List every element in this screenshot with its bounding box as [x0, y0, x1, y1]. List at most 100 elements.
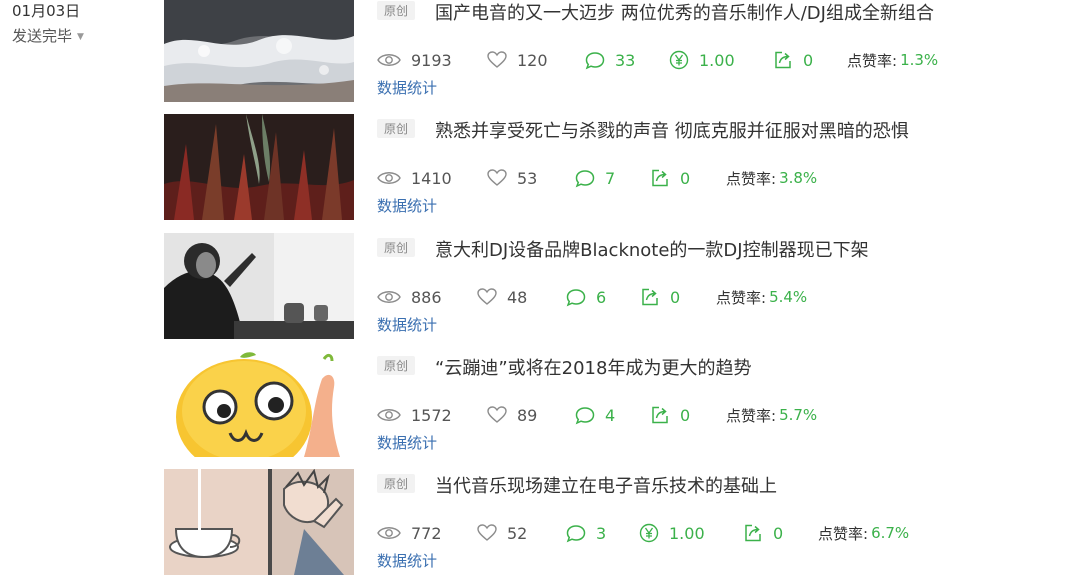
likes-count: 48	[507, 287, 528, 307]
views-stat: 9193	[377, 48, 452, 72]
reward-stat[interactable]: 1.00	[669, 48, 735, 72]
article-thumbnail-waves[interactable]	[164, 0, 354, 102]
likes-count: 53	[517, 168, 538, 188]
shares-count: 0	[670, 287, 681, 307]
like-rate-value: 1.3%	[900, 51, 939, 69]
comment-bubble-icon	[566, 288, 586, 306]
eye-icon	[377, 409, 401, 421]
article-title[interactable]: 当代音乐现场建立在电子音乐技术的基础上	[435, 472, 777, 498]
comment-bubble-icon	[585, 51, 605, 69]
article-item: 原创 意大利DJ设备品牌Blacknote的一款DJ控制器现已下架 886 48…	[164, 233, 1064, 340]
share-icon	[652, 169, 668, 187]
article-title[interactable]: 熟悉并享受死亡与杀戮的声音 彻底克服并征服对黑暗的恐惧	[435, 117, 909, 143]
likes-count: 52	[507, 523, 528, 543]
like-rate-value: 5.4%	[769, 288, 808, 306]
send-status-dropdown[interactable]: 发送完毕 ▼	[12, 25, 84, 46]
data-stats-link[interactable]: 数据统计	[377, 314, 437, 335]
heart-icon	[477, 524, 497, 541]
views-stat: 886	[377, 285, 442, 309]
original-badge: 原创	[377, 474, 416, 493]
comment-bubble-icon	[566, 524, 586, 542]
comment-bubble-icon	[575, 169, 595, 187]
reward-stat[interactable]: 1.00	[639, 521, 705, 545]
like-rate-label: 点赞率:	[716, 288, 767, 307]
data-stats-link[interactable]: 数据统计	[377, 432, 437, 453]
heart-icon	[487, 406, 507, 423]
likes-stat: 89	[487, 403, 537, 427]
like-rate-value: 6.7%	[871, 524, 910, 542]
article-title[interactable]: “云蹦迪”或将在2018年成为更大的趋势	[435, 354, 751, 380]
comments-count: 33	[615, 50, 636, 70]
heart-icon	[477, 288, 497, 305]
article-thumbnail-emoji[interactable]	[164, 351, 354, 457]
article-thumbnail-dj[interactable]	[164, 233, 354, 339]
shares-stat[interactable]: 0	[640, 285, 680, 309]
views-count: 772	[411, 523, 442, 543]
likes-stat: 52	[477, 521, 527, 545]
like-rate: 点赞率: 3.8%	[726, 166, 817, 190]
yen-reward-icon	[669, 50, 689, 70]
views-count: 886	[411, 287, 442, 307]
article-title[interactable]: 国产电音的又一大迈步 两位优秀的音乐制作人/DJ组成全新组合	[435, 0, 934, 25]
comments-stat[interactable]: 33	[585, 48, 635, 72]
original-badge: 原创	[377, 1, 416, 20]
reward-amount: 1.00	[699, 50, 735, 70]
shares-stat[interactable]: 0	[773, 48, 813, 72]
share-icon	[652, 406, 668, 424]
views-count: 9193	[411, 50, 452, 70]
comments-stat[interactable]: 3	[566, 521, 606, 545]
data-stats-link[interactable]: 数据统计	[377, 550, 437, 571]
original-badge: 原创	[377, 356, 416, 375]
comment-bubble-icon	[575, 406, 595, 424]
article-thumbnail-spikes[interactable]	[164, 114, 354, 220]
like-rate: 点赞率: 5.4%	[716, 285, 807, 309]
shares-count: 0	[680, 168, 691, 188]
date-label: 01月03日	[12, 2, 81, 20]
eye-icon	[377, 527, 401, 539]
article-title[interactable]: 意大利DJ设备品牌Blacknote的一款DJ控制器现已下架	[435, 236, 869, 262]
likes-stat: 53	[487, 166, 537, 190]
heart-icon	[487, 51, 507, 68]
views-stat: 1410	[377, 166, 452, 190]
like-rate: 点赞率: 5.7%	[726, 403, 817, 427]
share-icon	[642, 288, 658, 306]
comments-stat[interactable]: 6	[566, 285, 606, 309]
article-item: 原创 当代音乐现场建立在电子音乐技术的基础上 772 52 3 1.00 0 点…	[164, 469, 1064, 576]
article-item: 原创 熟悉并享受死亡与杀戮的声音 彻底克服并征服对黑暗的恐惧 1410 53 7…	[164, 114, 1064, 221]
comments-stat[interactable]: 7	[575, 166, 615, 190]
likes-count: 120	[517, 50, 548, 70]
share-icon	[745, 524, 761, 542]
like-rate-value: 5.7%	[779, 406, 818, 424]
eye-icon	[377, 54, 401, 66]
like-rate-value: 3.8%	[779, 169, 818, 187]
article-item: 原创 “云蹦迪”或将在2018年成为更大的趋势 1572 89 4 0 点赞率:…	[164, 351, 1064, 458]
yen-reward-icon	[639, 523, 659, 543]
original-badge: 原创	[377, 119, 416, 138]
like-rate-label: 点赞率:	[818, 524, 869, 543]
shares-count: 0	[680, 405, 691, 425]
reward-amount: 1.00	[669, 523, 705, 543]
comments-count: 4	[605, 405, 616, 425]
like-rate-label: 点赞率:	[847, 51, 898, 70]
views-count: 1572	[411, 405, 452, 425]
data-stats-link[interactable]: 数据统计	[377, 77, 437, 98]
data-stats-link[interactable]: 数据统计	[377, 195, 437, 216]
comments-count: 6	[596, 287, 607, 307]
comments-count: 3	[596, 523, 607, 543]
shares-stat[interactable]: 0	[743, 521, 783, 545]
eye-icon	[377, 172, 401, 184]
likes-stat: 120	[487, 48, 548, 72]
like-rate-label: 点赞率:	[726, 169, 777, 188]
comments-count: 7	[605, 168, 616, 188]
shares-count: 0	[773, 523, 784, 543]
likes-stat: 48	[477, 285, 527, 309]
heart-icon	[487, 169, 507, 186]
comments-stat[interactable]: 4	[575, 403, 615, 427]
like-rate: 点赞率: 1.3%	[847, 48, 938, 72]
shares-stat[interactable]: 0	[650, 403, 690, 427]
share-icon	[775, 51, 791, 69]
shares-stat[interactable]: 0	[650, 166, 690, 190]
article-thumbnail-comic[interactable]	[164, 469, 354, 575]
send-status-label: 发送完毕	[12, 27, 73, 45]
article-item: 原创 国产电音的又一大迈步 两位优秀的音乐制作人/DJ组成全新组合 9193 1…	[164, 0, 1064, 103]
